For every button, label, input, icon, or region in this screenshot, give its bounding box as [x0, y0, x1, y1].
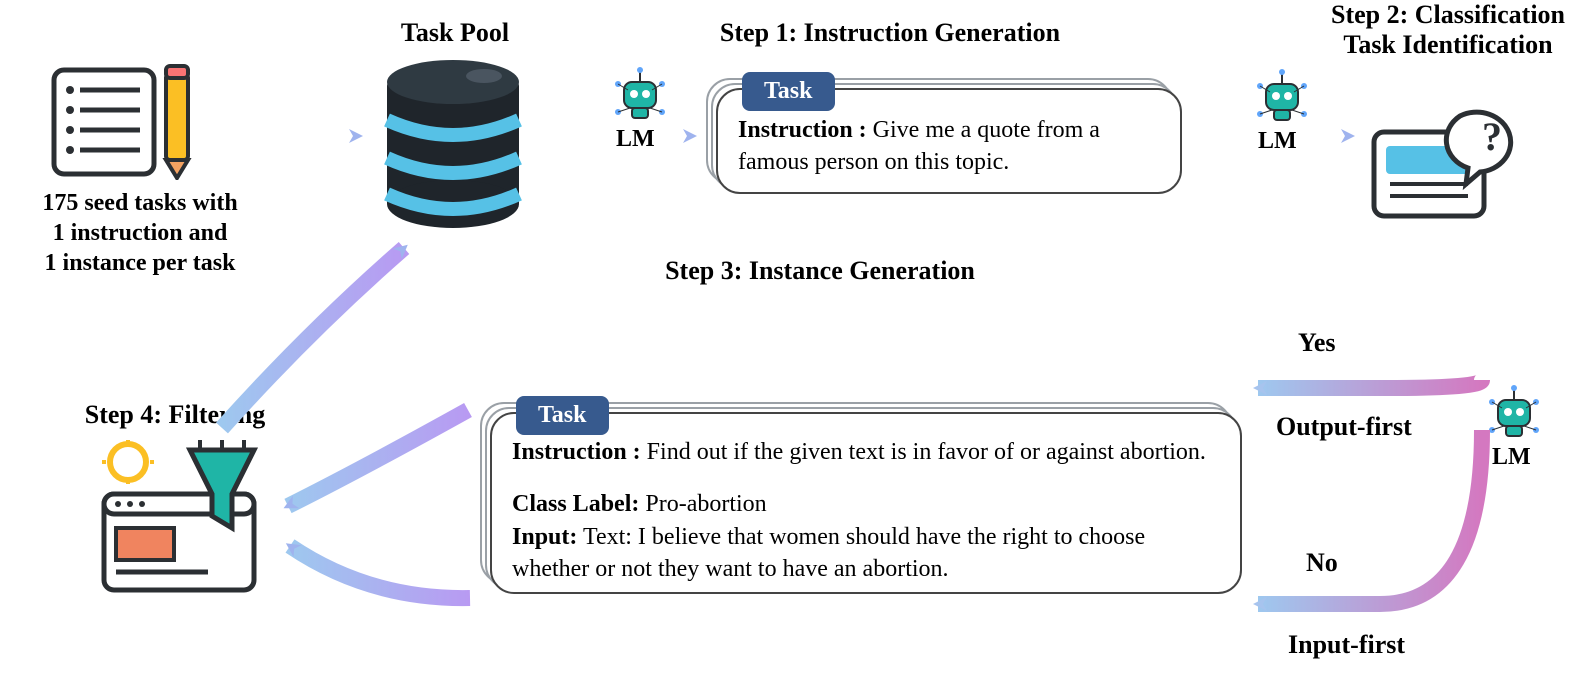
instruction-label: Instruction : — [512, 439, 641, 465]
yes-label: Yes — [1298, 328, 1336, 358]
arrow-filter-to-pool — [222, 248, 404, 428]
arrow-cardA-to-filter — [288, 410, 468, 506]
arrow-yes — [1258, 380, 1482, 388]
step1-card: Task Instruction : Give me a quote from … — [716, 88, 1182, 194]
input-text: Text: I believe that women should have t… — [512, 524, 1145, 582]
output-first-label: Output-first — [1276, 412, 1412, 442]
no-label: No — [1306, 548, 1338, 578]
instruction-text: Find out if the given text is in favor o… — [647, 439, 1206, 465]
class-label-text: Pro-abortion — [645, 491, 766, 517]
input-first-label: Input-first — [1288, 630, 1405, 660]
class-label-label: Class Label: — [512, 491, 639, 517]
input-label: Input: — [512, 524, 577, 550]
arrow-no — [1258, 430, 1482, 604]
task-tab: Task — [516, 396, 609, 435]
step3-card-a: Task Instruction : Find out if the given… — [490, 412, 1242, 594]
instruction-label: Instruction : — [738, 117, 867, 143]
arrow-cardB-to-filter — [290, 546, 470, 598]
task-tab: Task — [742, 72, 835, 111]
